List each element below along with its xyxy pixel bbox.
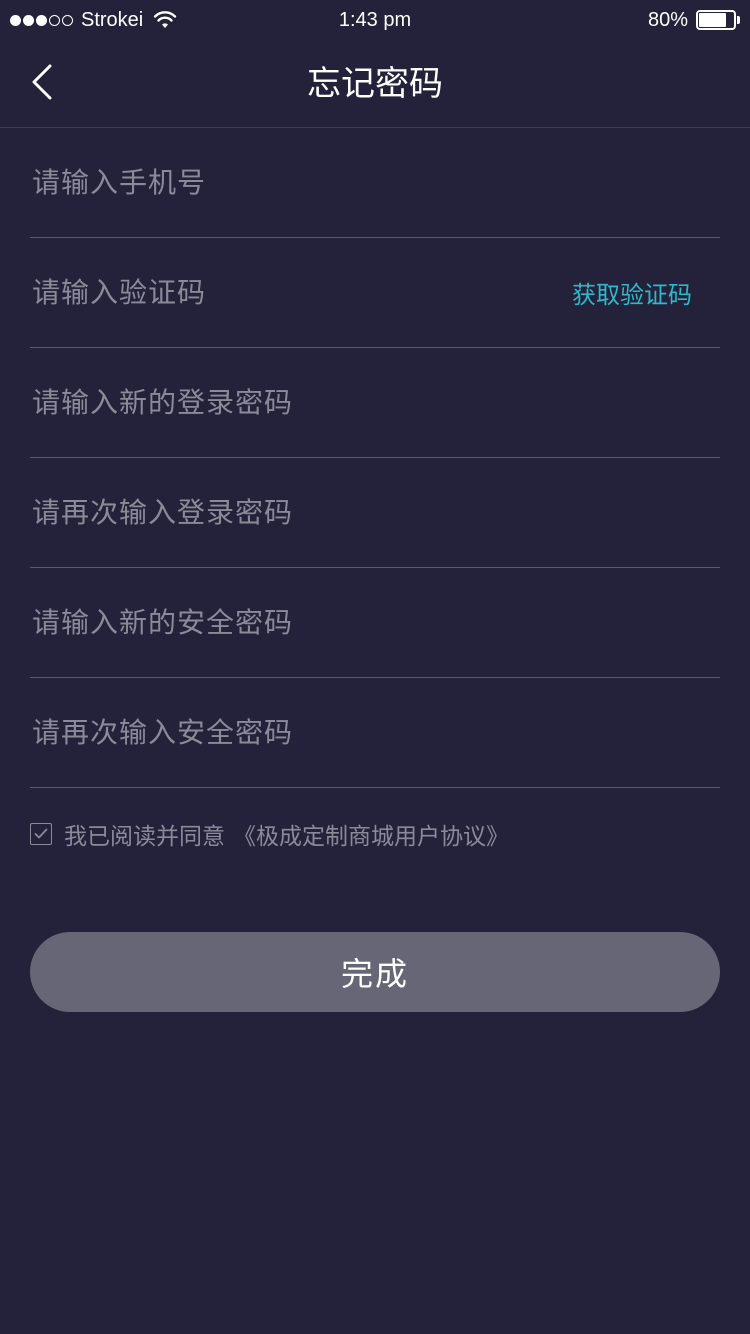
battery-nub <box>737 16 740 24</box>
battery-percent: 80% <box>647 8 688 31</box>
agreement-checkbox[interactable] <box>30 823 52 845</box>
status-time: 1:43 pm <box>338 9 412 31</box>
new-security-password-row <box>30 568 720 678</box>
status-right: 80% <box>648 6 740 34</box>
new-login-password-input[interactable] <box>30 372 720 433</box>
agreement-row: 我已阅读并同意 《极成定制商城用户协议》 <box>30 818 509 850</box>
forgot-password-form: 获取验证码 <box>30 128 720 788</box>
confirm-login-password-row <box>30 458 720 568</box>
submit-button[interactable]: 完成 <box>30 932 720 1012</box>
battery-icon <box>696 10 740 30</box>
user-agreement-link[interactable]: 《极成定制商城用户协议》 <box>233 817 509 851</box>
confirm-login-password-input[interactable] <box>30 482 720 543</box>
new-security-password-input[interactable] <box>30 592 720 653</box>
nav-bar: 忘记密码 <box>0 40 750 128</box>
new-login-password-row <box>30 348 720 458</box>
phone-field-row <box>30 128 720 238</box>
page-title: 忘记密码 <box>307 64 443 104</box>
agreement-text: 我已阅读并同意 <box>64 824 225 850</box>
status-bar: Strokei 1:43 pm 80% <box>0 0 750 40</box>
verification-code-input[interactable] <box>30 262 572 323</box>
phone-input[interactable] <box>30 152 720 213</box>
confirm-security-password-row <box>30 678 720 788</box>
code-field-row: 获取验证码 <box>30 238 720 348</box>
checkmark-icon <box>34 825 48 844</box>
get-code-button[interactable]: 获取验证码 <box>572 275 692 310</box>
battery-fill <box>699 13 727 27</box>
confirm-security-password-input[interactable] <box>30 702 720 763</box>
